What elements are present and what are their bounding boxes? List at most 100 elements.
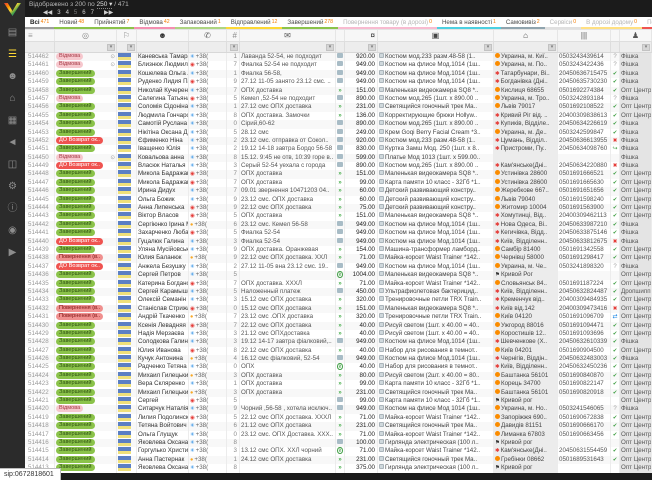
client-phone[interactable]: ●+38( <box>189 313 227 321</box>
client-phone[interactable]: ◉+38( <box>189 170 227 178</box>
tracking-number[interactable]: 20450633875146 <box>558 229 611 237</box>
tab-9[interactable]: Самовивіз2 <box>501 17 545 29</box>
client-name[interactable]: Салегина Татьяна С.. <box>137 95 189 103</box>
client-name[interactable]: Ольга Глущук <box>137 431 189 439</box>
order-comment[interactable]: ОПХ доставка. Оранжевая <box>240 246 336 254</box>
table-row[interactable]: 514437ДО Возврат ок..Анжела Безушку✳+38(… <box>25 263 652 271</box>
order-comment[interactable]: 09.01 звернення 10471203 04.. <box>240 187 336 195</box>
tracking-number[interactable]: 0501691563900 <box>558 204 611 212</box>
product-name[interactable]: Майка-корсет Waist Trainer *142.. <box>378 447 494 455</box>
order-comment[interactable]: Фиалка 52-54 <box>240 238 336 246</box>
tracking-number[interactable]: 0501690663456 <box>558 431 611 439</box>
tracking-number[interactable]: 0501691342558 <box>558 246 611 254</box>
client-phone[interactable]: ◉+38( <box>189 212 227 220</box>
product-name[interactable]: Платье Мод 1013 (1шт. х 599.00.. <box>378 154 494 162</box>
order-comment[interactable]: ОПХ доставка <box>240 179 336 187</box>
order-comment[interactable]: ОПХ доставка <box>240 389 336 397</box>
client-name[interactable]: Ольга Божик <box>137 196 189 204</box>
tracking-number[interactable]: 0501690666170 <box>558 422 611 430</box>
client-name[interactable]: Станіслав Стрижак <box>137 305 189 313</box>
product-name[interactable]: Набор для рисования в темнот.. <box>378 363 494 371</box>
table-row[interactable]: 514462Відмова⊙Каневська Тамара ..✳+38(1Л… <box>25 53 652 61</box>
filter-dropdown-icon[interactable]: ▾ <box>107 44 115 51</box>
tracking-number[interactable] <box>558 397 611 405</box>
comment-column-icon[interactable]: ✉ <box>240 30 336 41</box>
tracking-status-column-icon[interactable] <box>611 30 620 41</box>
delivery-address[interactable]: ✱Нова Одеса, Ві.. <box>494 221 558 229</box>
delivery-address[interactable]: ✱Кегичівка, Відд.. <box>494 229 558 237</box>
delivery-address[interactable]: ✱Цумань, Відділ.. <box>494 137 558 145</box>
order-status[interactable]: Завершений <box>55 431 117 439</box>
product-name[interactable]: Костюм на флисе Мод.1014 (1ш.. <box>378 338 494 346</box>
order-status[interactable]: Завершений <box>55 397 117 405</box>
filter-dropdown-icon[interactable]: ▾ <box>326 44 334 51</box>
product-name[interactable]: Майка-корсет Waist Trainer *142.. <box>378 280 494 288</box>
table-row[interactable]: 514445ЗавершенийОльга Божик✳+38(923.12 с… <box>25 196 652 204</box>
order-status[interactable]: Завершений <box>55 187 117 195</box>
table-row[interactable]: 514416ЗавершенийЯковлева Оксана✳+38(8100… <box>25 439 652 447</box>
delivery-address[interactable]: ⚑Кривой рог <box>494 397 558 405</box>
table-row[interactable]: 514431Повернення (в..Андрій Ткаченко●+38… <box>25 313 652 321</box>
tab-12[interactable]: Повернення0 <box>642 17 652 29</box>
order-comment[interactable]: ОПХ доставка. ХХХЛ <box>240 280 336 288</box>
tracking-number[interactable]: 0501690822147 <box>558 380 611 388</box>
order-comment[interactable] <box>240 464 336 472</box>
tab-3[interactable]: Відмова42 <box>134 17 174 29</box>
product-name[interactable]: Рисуй светом (1шт. х 40.00 = 40.. <box>378 330 494 338</box>
video-icon[interactable]: ▶ <box>0 242 25 264</box>
table-row[interactable]: 514449ДО Возврат ок..Власюк Наталья✳+38(… <box>25 162 652 170</box>
order-comment[interactable]: 22.12 смс ОПХ доставка <box>240 204 336 212</box>
client-name[interactable]: Анна Липенська <box>137 204 189 212</box>
client-name[interactable]: Гуцалюк Галина <box>137 238 189 246</box>
delivery-address[interactable]: ✱Кременчук від.. <box>494 296 558 304</box>
delivery-address[interactable]: ✱Хомутинці, Від.. <box>494 212 558 220</box>
delivery-address[interactable]: Львів 79017 <box>494 103 558 111</box>
table-row[interactable]: 514433ЗавершенийОлексій Семанін✳+38(315.… <box>25 296 652 304</box>
table-row[interactable]: 514441ЗавершенийЗахарченко Люба◉+38(5Фиа… <box>25 229 652 237</box>
tracking-number[interactable]: 20400309473416 <box>558 305 611 313</box>
client-name[interactable]: Захарченко Люба <box>137 229 189 237</box>
app-logo[interactable] <box>4 3 21 16</box>
client-phone[interactable]: ✳+38( <box>189 129 227 137</box>
order-status[interactable]: ДО Возврат ок.. <box>55 238 117 246</box>
tab-all[interactable]: Всі471 <box>25 17 54 29</box>
client-phone[interactable]: ◉+38( <box>189 179 227 187</box>
client-phone[interactable]: ✳+38( <box>189 70 227 78</box>
table-row[interactable]: 514420ВідмоваСитарчук Наталія Гр..✳+38(9… <box>25 405 652 413</box>
order-comment[interactable]: 23.12 смс. ОПХ Доставка. ХХХ.. <box>240 431 336 439</box>
delivery-address[interactable]: Жеребкове 667.. <box>494 187 558 195</box>
filter-dropdown-icon[interactable]: ▾ <box>230 44 238 51</box>
table-row[interactable]: 514424ЗавершенийМихаил Гилецький●+38(3ОП… <box>25 372 652 380</box>
tracking-number[interactable]: 0501691094471 <box>558 322 611 330</box>
tracking-number[interactable]: 20400309484935 <box>558 296 611 304</box>
product-name[interactable]: Костюм на флисе Мод.1014 (1ш.. <box>378 238 494 246</box>
tracking-number[interactable]: 20450633812675 <box>558 238 611 246</box>
product-name[interactable]: Костюм мод.265 (1шт. х 890.00 .. <box>378 162 494 170</box>
client-phone[interactable]: ✳+38( <box>189 154 227 162</box>
client-name[interactable]: Ирина Дидух <box>137 187 189 195</box>
delivery-address[interactable]: ✱Купиків, Відділе.. <box>494 120 558 128</box>
client-phone[interactable]: ✳+38( <box>189 137 227 145</box>
client-name[interactable]: Ксенія Левадняя <box>137 322 189 330</box>
order-comment[interactable]: 22.12 смс ОПХ доставка <box>240 347 336 355</box>
client-phone[interactable]: ✳+38( <box>189 380 227 388</box>
order-status[interactable]: Завершений <box>55 196 117 204</box>
table-row[interactable]: 514453ЗавершенийНікітіна Оксана Дми..✳+3… <box>25 129 652 137</box>
order-status[interactable]: Завершений <box>55 87 117 95</box>
product-name[interactable]: Маленькая видеокамера SQ8 *.. <box>378 305 494 313</box>
order-comment[interactable]: 19.12 14-18 завтра Бордо 56-58 <box>240 145 336 153</box>
order-comment[interactable]: Чорний ,56-58 , хотела исключ.. <box>240 405 336 413</box>
delivery-address[interactable]: Украина, м. Де.. <box>494 129 558 137</box>
monitoring-icon[interactable]: ◉ <box>0 220 25 242</box>
client-name[interactable]: Юлия Баланюк <box>137 254 189 262</box>
tab-10[interactable]: Сервіси0 <box>545 17 581 29</box>
price-column-icon[interactable]: ¤ <box>345 30 378 41</box>
table-row[interactable]: 514417ЗавершенийОльга Глущук✳+38(023.12 … <box>25 431 652 439</box>
delivery-address[interactable]: Кислиця 68655 <box>494 87 558 95</box>
tracking-number[interactable]: 0501691096709 <box>558 313 611 321</box>
client-phone[interactable]: ●+38( <box>189 254 227 262</box>
filter-dropdown-icon[interactable]: ▾ <box>127 44 135 51</box>
order-comment[interactable]: ОПХ доставка. Замочки <box>240 112 336 120</box>
delivery-address[interactable]: Украина, м. Тро.. <box>494 95 558 103</box>
order-comment[interactable]: 24.12 смс ОПХ доставка <box>240 456 336 464</box>
